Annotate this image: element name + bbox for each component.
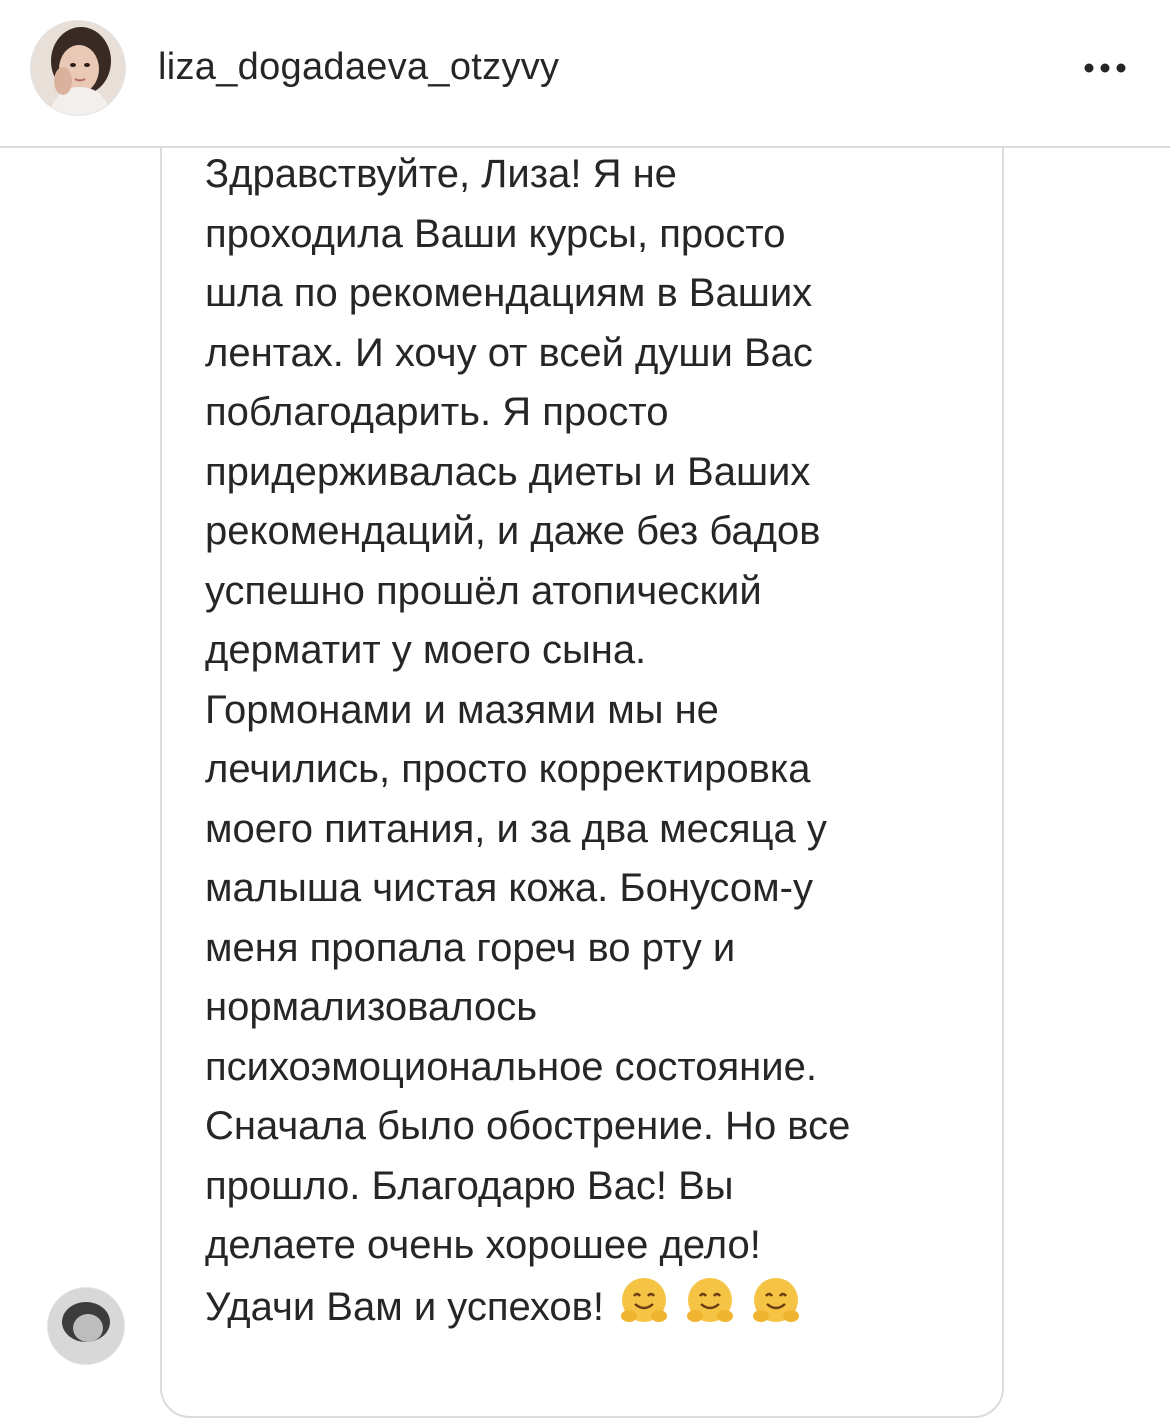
message-body: Здравствуйте, Лиза! Я не проходила Ваши … [205,152,851,1329]
more-options-icon [1084,63,1126,73]
more-options-button[interactable] [1080,50,1130,86]
hugging-face-emoji [684,1276,736,1328]
username-link[interactable]: liza_dogadaeva_otzyvy [158,44,559,90]
profile-avatar[interactable] [30,20,126,116]
commenter-avatar-image [48,1288,124,1364]
hugging-face-emoji [750,1276,802,1328]
message-text: Здравствуйте, Лиза! Я не проходила Ваши … [205,145,965,1337]
hugging-face-emoji [618,1276,670,1328]
commenter-avatar[interactable] [47,1287,125,1365]
avatar-image [31,21,125,115]
